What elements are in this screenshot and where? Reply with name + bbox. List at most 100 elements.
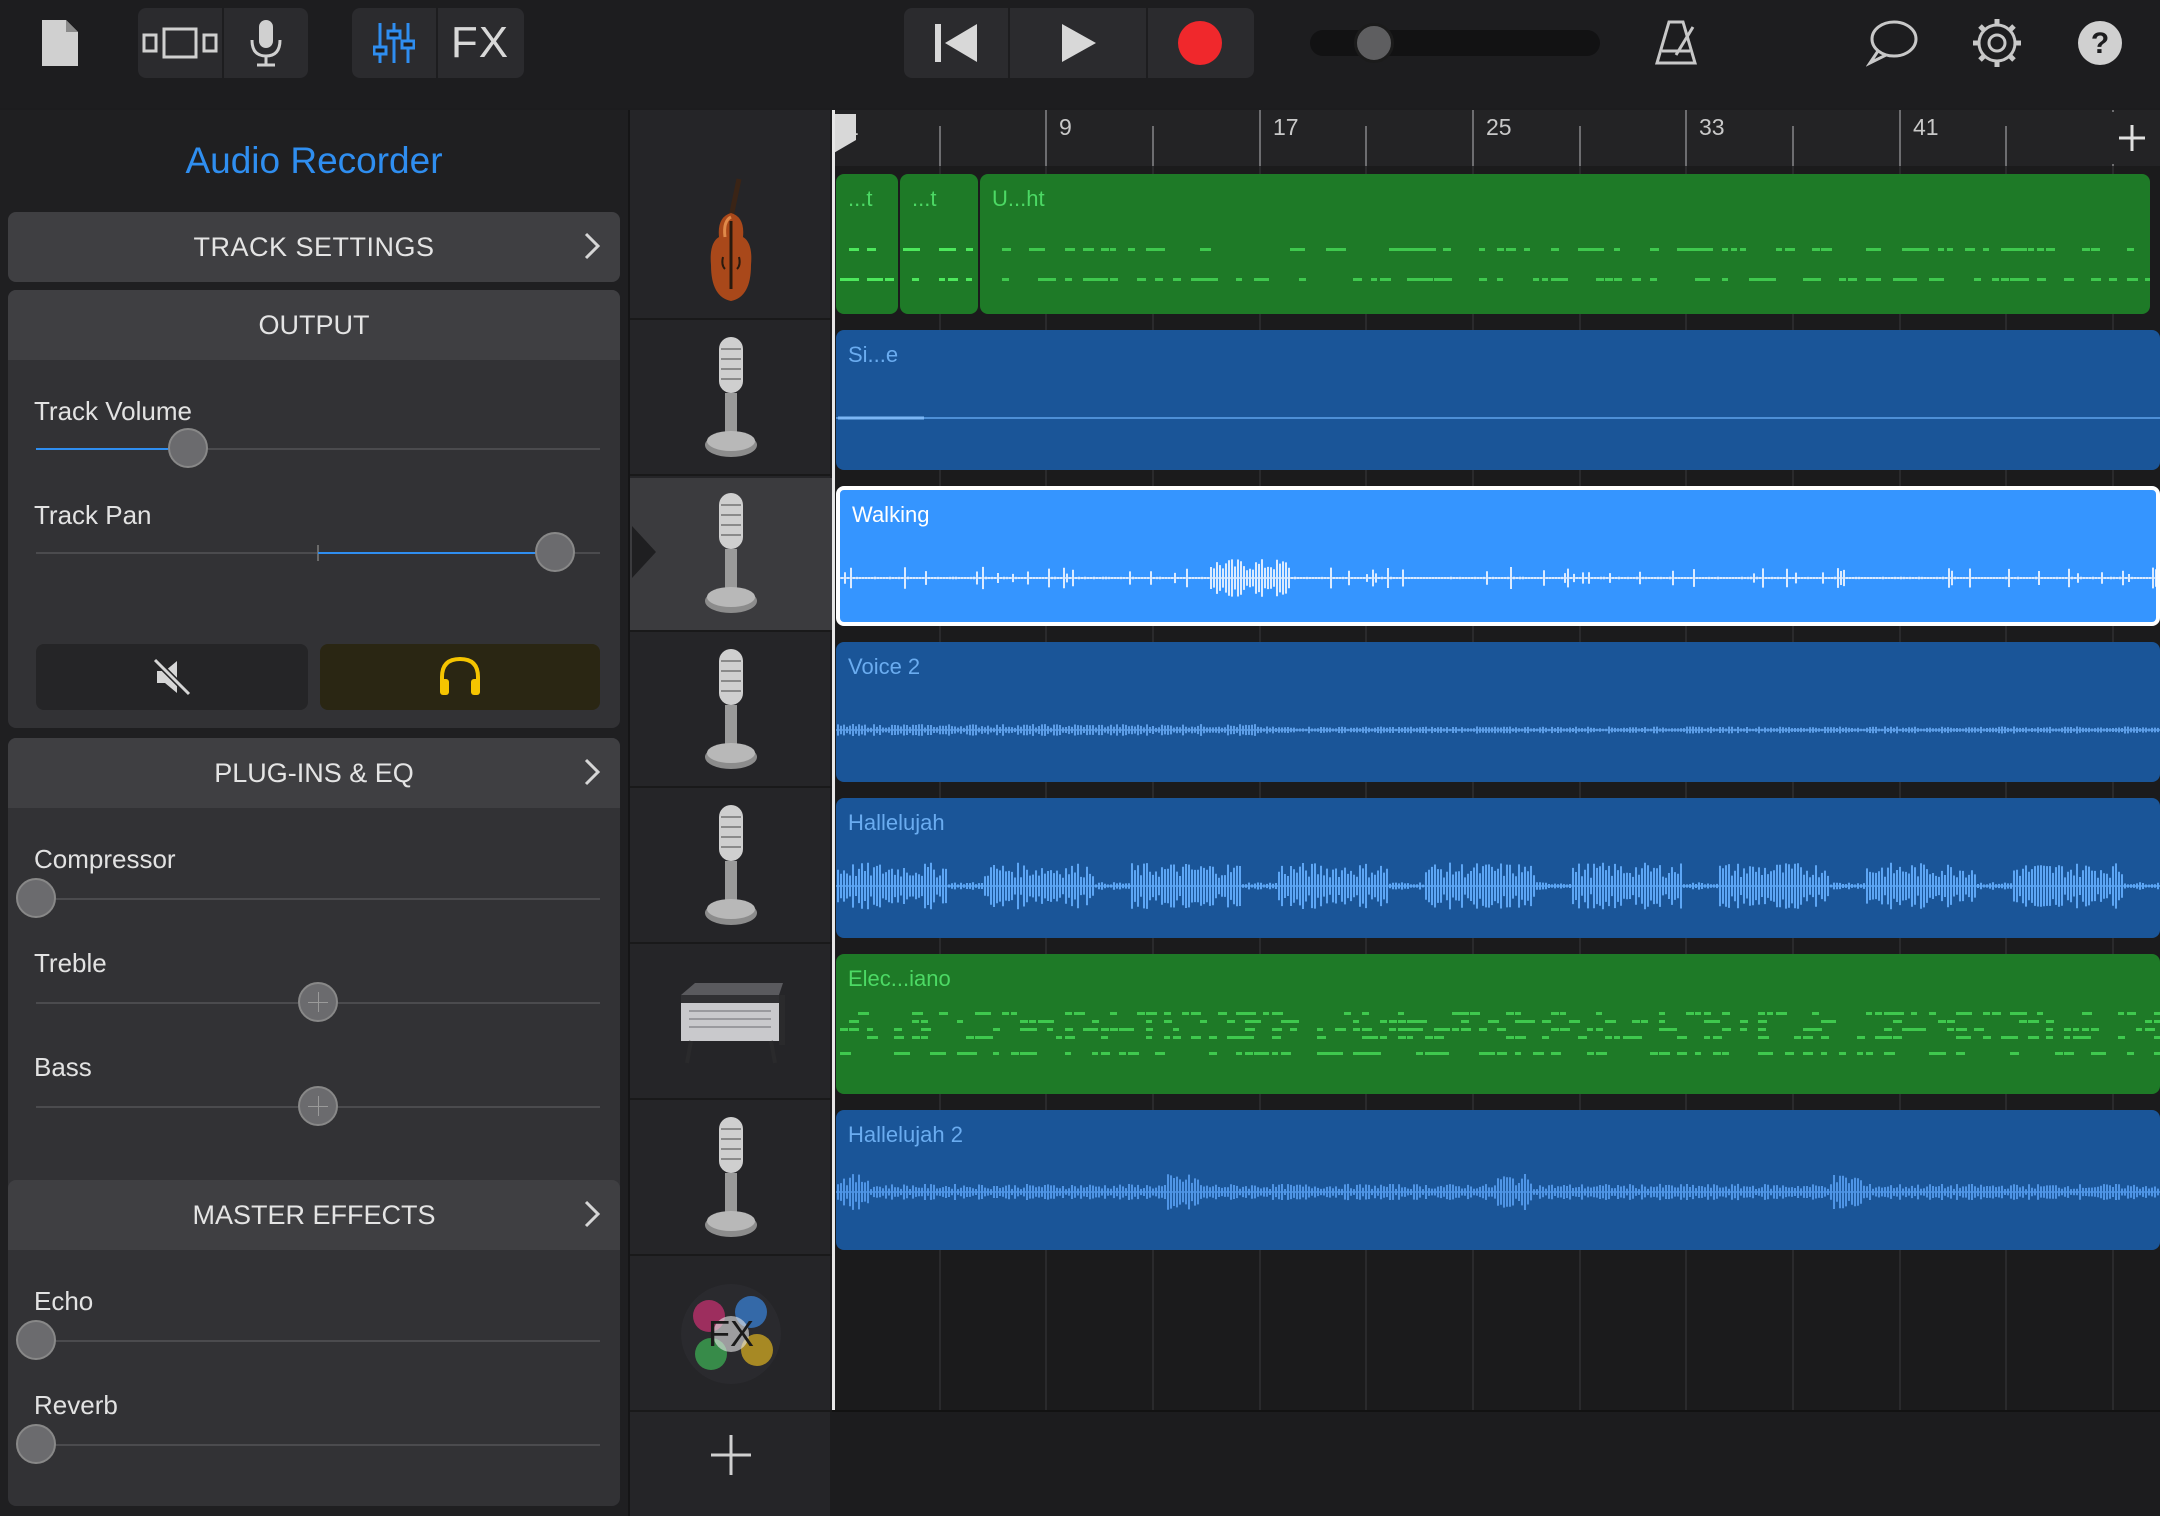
compressor-slider[interactable] xyxy=(16,878,600,918)
master-effects-label: MASTER EFFECTS xyxy=(192,1199,436,1230)
midi-note xyxy=(2082,248,2090,251)
bass-slider[interactable] xyxy=(36,1086,600,1126)
midi-note xyxy=(1866,1052,1873,1055)
region-silence[interactable]: Si...e xyxy=(836,330,2160,470)
region-electric-piano[interactable]: Elec...iano xyxy=(836,954,2160,1094)
track-header-bass[interactable] xyxy=(630,166,832,320)
record-icon[interactable] xyxy=(1148,8,1252,78)
add-track-button[interactable] xyxy=(630,1410,832,1500)
chevron-right-icon xyxy=(582,756,602,795)
echo-slider[interactable] xyxy=(16,1320,600,1360)
midi-note xyxy=(1506,1012,1514,1015)
track-header-mic-2[interactable] xyxy=(630,478,832,632)
midi-note xyxy=(1902,248,1912,251)
midi-note xyxy=(1353,278,1362,281)
midi-note xyxy=(921,1028,931,1031)
track-header-mic-5[interactable] xyxy=(630,1102,832,1256)
midi-note xyxy=(1983,248,1989,251)
tracks-view-icon[interactable] xyxy=(138,8,222,78)
midi-note xyxy=(1254,1020,1261,1023)
reverb-label: Reverb xyxy=(34,1390,118,1420)
midi-note xyxy=(1443,248,1451,251)
reverb-slider[interactable] xyxy=(16,1424,600,1464)
mixer-icon[interactable] xyxy=(352,8,436,78)
playhead[interactable] xyxy=(832,110,835,1410)
bar-ruler[interactable]: 1917253341 xyxy=(832,110,2160,166)
midi-note xyxy=(1254,278,1263,281)
midi-note xyxy=(1695,1052,1701,1055)
midi-note xyxy=(2019,278,2029,281)
track-volume-slider[interactable] xyxy=(36,428,600,468)
fx-icon: FX xyxy=(681,1284,781,1384)
monitor-headphones-button[interactable] xyxy=(320,644,600,710)
midi-note xyxy=(2046,1028,2053,1031)
midi-note xyxy=(1398,1012,1404,1015)
track-header-mic-3[interactable] xyxy=(630,634,832,788)
midi-note xyxy=(1929,1012,1936,1015)
microphone-icon[interactable] xyxy=(224,8,308,78)
reverb-knob[interactable] xyxy=(16,1424,56,1464)
tracks-timeline[interactable]: 1917253341 ...t ...t U...ht Si...e Walki… xyxy=(832,110,2160,1516)
master-effects-button[interactable]: MASTER EFFECTS xyxy=(8,1180,620,1250)
settings-icon[interactable] xyxy=(1966,8,2028,78)
fx-button[interactable]: FX xyxy=(438,8,522,78)
region-voice-2[interactable]: Voice 2 xyxy=(836,642,2160,782)
treble-slider[interactable] xyxy=(36,982,600,1022)
tempo-slider-thumb[interactable] xyxy=(1354,23,1394,63)
track-header-mic-1[interactable] xyxy=(630,322,832,476)
help-label: ? xyxy=(2091,27,2109,60)
playhead-handle[interactable] xyxy=(832,114,856,154)
metronome-icon[interactable] xyxy=(1646,8,1706,78)
midi-note xyxy=(1353,1028,1360,1031)
region-walking[interactable]: Walking xyxy=(836,486,2160,626)
midi-note xyxy=(1839,1052,1846,1055)
plugins-eq-button[interactable]: PLUG-INS & EQ xyxy=(8,738,620,808)
midi-note xyxy=(921,1036,928,1039)
midi-note xyxy=(1020,1028,1029,1031)
midi-note xyxy=(1002,248,1011,251)
midi-note xyxy=(1353,1052,1363,1055)
midi-note xyxy=(1632,1036,1642,1039)
region-bass-3[interactable]: U...ht xyxy=(980,174,2150,314)
add-section-button[interactable] xyxy=(2104,112,2160,164)
fx-track-label: FX xyxy=(708,1313,754,1354)
help-icon[interactable]: ? xyxy=(2072,8,2128,78)
midi-note xyxy=(1677,248,1686,251)
midi-note xyxy=(1650,278,1657,281)
document-icon[interactable] xyxy=(32,8,88,78)
midi-note xyxy=(1551,1028,1559,1031)
play-icon[interactable] xyxy=(1010,8,1146,78)
compressor-knob[interactable] xyxy=(16,878,56,918)
midi-note xyxy=(1398,1036,1406,1039)
midi-note xyxy=(1110,1012,1117,1015)
midi-note xyxy=(966,248,973,251)
midi-note xyxy=(1497,1052,1507,1055)
track-header-mic-4[interactable] xyxy=(630,790,832,944)
region-hallelujah[interactable]: Hallelujah xyxy=(836,798,2160,938)
midi-note xyxy=(1362,1052,1371,1055)
region-hallelujah-2[interactable]: Hallelujah 2 xyxy=(836,1110,2160,1250)
midi-note xyxy=(1272,1036,1281,1039)
track-pan-knob[interactable] xyxy=(534,532,575,572)
midi-note xyxy=(1893,1020,1902,1023)
loop-browser-icon[interactable] xyxy=(1860,8,1924,78)
midi-note xyxy=(1758,1052,1767,1055)
midi-note xyxy=(1272,1028,1282,1031)
track-header-fx[interactable]: FX xyxy=(630,1258,832,1412)
track-header-electric-piano[interactable] xyxy=(630,946,832,1100)
bass-knob[interactable] xyxy=(298,1086,338,1126)
track-volume-knob[interactable] xyxy=(168,428,209,468)
midi-note xyxy=(867,1028,873,1031)
skip-back-icon[interactable] xyxy=(904,8,1008,78)
track-pan-slider[interactable] xyxy=(36,532,600,572)
midi-note xyxy=(1065,1052,1071,1055)
mute-button[interactable] xyxy=(36,644,308,710)
midi-note xyxy=(1146,1028,1153,1031)
midi-note xyxy=(948,248,956,251)
midi-note xyxy=(1389,1028,1396,1031)
midi-note xyxy=(1695,1012,1701,1015)
echo-knob[interactable] xyxy=(16,1320,56,1360)
track-settings-button[interactable]: TRACK SETTINGS xyxy=(8,212,620,282)
treble-knob[interactable] xyxy=(298,982,338,1022)
midi-note xyxy=(1479,248,1485,251)
